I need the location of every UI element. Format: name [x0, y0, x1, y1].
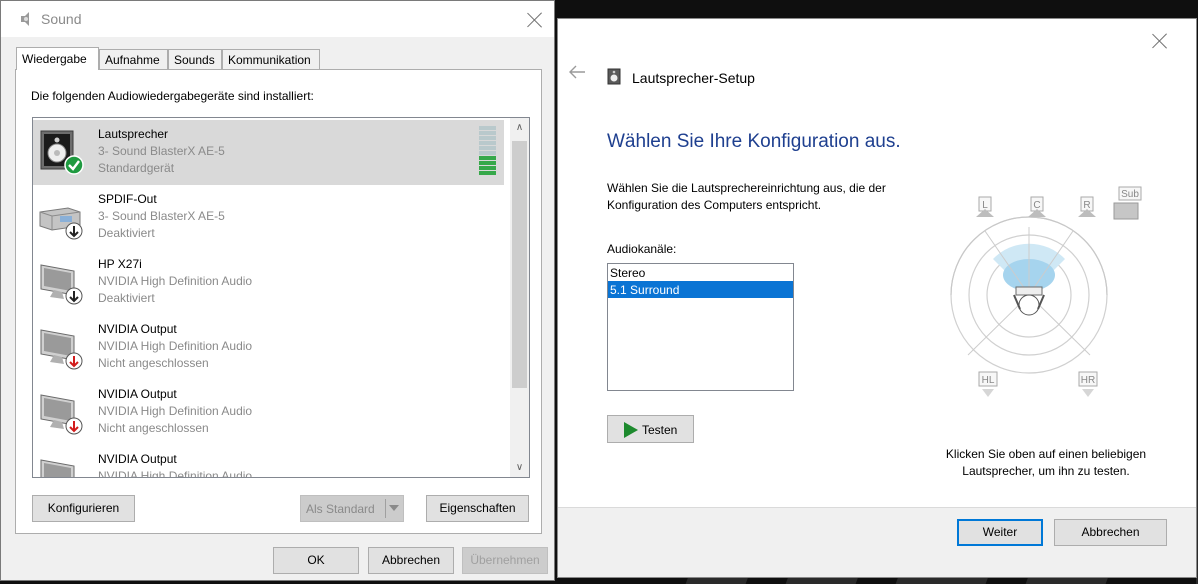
device-status: Standardgerät: [98, 161, 175, 175]
subwoofer-label: Sub: [1121, 189, 1139, 200]
speaker-rear-left-icon[interactable]: HL: [978, 371, 998, 397]
level-segment: [479, 156, 496, 160]
window-title: Sound: [41, 11, 82, 27]
device-driver: NVIDIA High Definition Audio: [98, 469, 253, 478]
tab-aufnahme[interactable]: Aufnahme: [99, 49, 168, 69]
device-driver: 3- Sound BlasterX AE-5: [98, 209, 225, 223]
channels-label: Audiokanäle:: [607, 242, 677, 256]
scroll-up-icon[interactable]: ∧: [510, 118, 529, 137]
device-name: NVIDIA Output: [98, 387, 177, 401]
device-driver: 3- Sound BlasterX AE-5: [98, 144, 225, 158]
monitor-icon: [40, 264, 83, 305]
list-item[interactable]: NVIDIA Output NVIDIA High Definition Aud…: [33, 380, 504, 445]
device-name: NVIDIA Output: [98, 322, 177, 336]
tab-sounds[interactable]: Sounds: [168, 49, 222, 69]
device-status: Nicht angeschlossen: [98, 356, 209, 370]
listener-icon: [1013, 286, 1045, 316]
level-segment: [479, 146, 496, 150]
scrollbar-thumb[interactable]: [512, 141, 527, 388]
configure-button[interactable]: Konfigurieren: [32, 495, 135, 522]
list-item[interactable]: NVIDIA Output NVIDIA High Definition Aud…: [33, 445, 504, 478]
close-icon[interactable]: [527, 12, 543, 28]
device-driver: NVIDIA High Definition Audio: [98, 404, 253, 418]
speaker-center-icon[interactable]: C: [1028, 196, 1046, 217]
level-segment: [479, 126, 496, 130]
sound-dialog: Sound Wiedergabe Aufnahme Sounds Kommuni…: [0, 0, 555, 581]
page-title: Wählen Sie Ihre Konfiguration aus.: [607, 131, 901, 152]
ok-button[interactable]: OK: [273, 547, 359, 574]
monitor-icon: [40, 394, 83, 435]
channel-option-stereo[interactable]: Stereo: [608, 264, 793, 281]
device-status: Nicht angeschlossen: [98, 421, 209, 435]
speaker-app-icon: [21, 12, 29, 26]
device-name: SPDIF-Out: [98, 192, 157, 206]
device-status: Deaktiviert: [98, 226, 155, 240]
device-driver: NVIDIA High Definition Audio: [98, 339, 253, 353]
monitor-icon: [40, 329, 83, 370]
properties-button[interactable]: Eigenschaften: [426, 495, 529, 522]
window-title: Lautsprecher-Setup: [632, 70, 755, 86]
level-segment: [479, 161, 496, 165]
instruction-text: Wählen Sie die Lautsprechereinrichtung a…: [607, 181, 886, 212]
level-segment: [479, 141, 496, 145]
level-segment: [479, 166, 496, 170]
level-meter: [479, 126, 496, 176]
cancel-button[interactable]: Abbrechen: [1054, 519, 1167, 546]
level-segment: [479, 171, 496, 175]
list-scrollbar[interactable]: ∧ ∨: [510, 118, 529, 477]
tab-kommunikation[interactable]: Kommunikation: [222, 49, 320, 69]
speaker-rear-right-label: HR: [1081, 375, 1095, 386]
list-item[interactable]: HP X27i NVIDIA High Definition Audio Dea…: [33, 250, 504, 315]
speaker-icon: [607, 68, 621, 85]
speaker-layout-diagram[interactable]: L C R Sub HL HR: [938, 177, 1153, 417]
device-status: Deaktiviert: [98, 291, 155, 305]
subwoofer-icon[interactable]: Sub: [1113, 186, 1142, 220]
tab-wiedergabe[interactable]: Wiedergabe: [16, 47, 99, 70]
split-divider: [385, 499, 386, 518]
close-icon[interactable]: [1152, 33, 1168, 49]
list-item[interactable]: Lautsprecher 3- Sound BlasterX AE-5 Stan…: [33, 120, 504, 185]
scroll-down-icon[interactable]: ∨: [510, 458, 529, 477]
chevron-down-icon[interactable]: [389, 505, 399, 511]
device-driver: NVIDIA High Definition Audio: [98, 274, 253, 288]
level-segment: [479, 131, 496, 135]
set-default-button[interactable]: Als Standard: [300, 495, 404, 522]
list-item[interactable]: NVIDIA Output NVIDIA High Definition Aud…: [33, 315, 504, 380]
device-list[interactable]: Lautsprecher 3- Sound BlasterX AE-5 Stan…: [32, 117, 530, 478]
device-name: NVIDIA Output: [98, 452, 177, 466]
device-name: HP X27i: [98, 257, 142, 271]
test-button[interactable]: Testen: [607, 415, 694, 443]
list-item[interactable]: SPDIF-Out 3- Sound BlasterX AE-5 Deaktiv…: [33, 185, 504, 250]
play-icon: [624, 422, 638, 438]
panel-intro-text: Die folgenden Audiowiedergabegeräte sind…: [31, 89, 314, 103]
set-default-label: Als Standard: [306, 502, 375, 516]
apply-button[interactable]: Übernehmen: [462, 547, 548, 574]
hint-text: Klicken Sie oben auf einen beliebigen La…: [945, 447, 1147, 478]
title-bar: Sound: [1, 1, 554, 37]
digital-output-icon: [39, 207, 83, 240]
speaker-right-icon[interactable]: R: [1078, 196, 1096, 217]
speaker-left-icon[interactable]: L: [976, 196, 994, 217]
monitor-icon: [40, 459, 75, 477]
next-button[interactable]: Weiter: [957, 519, 1043, 546]
channel-option-5-1-surround[interactable]: 5.1 Surround: [608, 281, 793, 298]
test-button-label: Testen: [642, 423, 678, 437]
speaker-rear-left-label: HL: [982, 375, 995, 386]
speaker-icon: [40, 130, 84, 175]
speaker-setup-dialog: Lautsprecher-Setup Wählen Sie Ihre Konfi…: [557, 18, 1197, 578]
cancel-button[interactable]: Abbrechen: [368, 547, 454, 574]
level-segment: [479, 151, 496, 155]
playback-panel: Die folgenden Audiowiedergabegeräte sind…: [15, 69, 542, 534]
back-arrow-icon[interactable]: [568, 65, 586, 79]
dialog-footer: Weiter Abbrechen: [558, 507, 1196, 577]
level-segment: [479, 136, 496, 140]
speaker-rear-right-icon[interactable]: HR: [1078, 371, 1098, 397]
channel-list[interactable]: Stereo 5.1 Surround: [607, 263, 794, 391]
device-name: Lautsprecher: [98, 127, 169, 141]
